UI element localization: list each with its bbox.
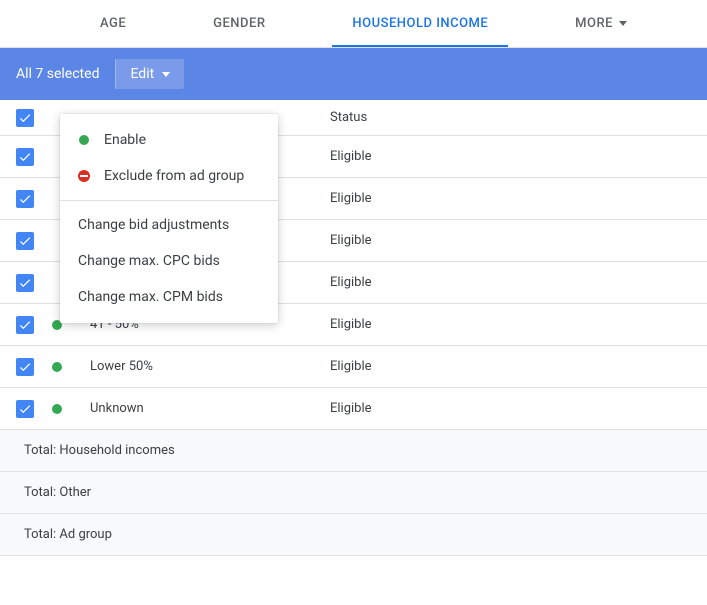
chevron-down-icon [162,72,170,77]
tab-gender[interactable]: GENDER [193,0,285,47]
menu-divider [60,200,278,201]
edit-button[interactable]: Edit [115,59,184,89]
row-name: Unknown [90,401,330,416]
menu-item-label: Change bid adjustments [78,217,229,233]
row-name: Lower 50% [90,359,330,374]
status-dot-icon [52,404,62,414]
total-row-other: Total: Other [0,472,707,514]
menu-item-label: Change max. CPM bids [78,289,223,305]
check-icon [18,318,32,332]
enable-icon [78,134,90,146]
header-status: Status [330,110,691,125]
row-checkbox[interactable] [16,148,34,166]
row-checkbox[interactable] [16,274,34,292]
menu-item-label: Enable [104,132,146,148]
row-status: Eligible [330,233,691,248]
check-icon [18,111,32,125]
row-status: Eligible [330,149,691,164]
row-checkbox[interactable] [16,316,34,334]
exclude-icon [78,170,90,182]
menu-item-exclude[interactable]: Exclude from ad group [60,158,278,194]
menu-item-enable[interactable]: Enable [60,122,278,158]
row-checkbox[interactable] [16,400,34,418]
total-label: Total: Other [24,485,91,500]
check-icon [18,234,32,248]
row-checkbox[interactable] [16,358,34,376]
total-label: Total: Household incomes [24,443,175,458]
checkbox-all[interactable] [16,109,34,127]
check-icon [18,360,32,374]
selected-count: All 7 selected [16,66,107,82]
status-dot-icon [52,362,62,372]
total-row-household: Total: Household incomes [0,430,707,472]
tab-age[interactable]: AGE [80,0,146,47]
table-row[interactable]: Unknown Eligible [0,388,707,430]
app-container: AGE GENDER HOUSEHOLD INCOME MORE All 7 s… [0,0,707,556]
menu-item-max-cpc[interactable]: Change max. CPC bids [60,243,278,279]
row-status: Eligible [330,317,691,332]
total-label: Total: Ad group [24,527,112,542]
selection-toolbar: All 7 selected Edit [0,48,707,100]
edit-dropdown-menu: Enable Exclude from ad group Change bid … [60,114,278,323]
row-checkbox[interactable] [16,190,34,208]
check-icon [18,150,32,164]
tabs-bar: AGE GENDER HOUSEHOLD INCOME MORE [0,0,707,48]
check-icon [18,402,32,416]
chevron-down-icon [619,21,627,26]
menu-item-bid-adjustments[interactable]: Change bid adjustments [60,207,278,243]
tab-household-income[interactable]: HOUSEHOLD INCOME [332,0,508,47]
tab-more-label: MORE [575,16,613,31]
row-status: Eligible [330,275,691,290]
row-status: Eligible [330,359,691,374]
tab-more[interactable]: MORE [555,0,647,47]
menu-item-label: Change max. CPC bids [78,253,220,269]
menu-item-max-cpm[interactable]: Change max. CPM bids [60,279,278,315]
check-icon [18,276,32,290]
row-checkbox[interactable] [16,232,34,250]
row-status: Eligible [330,191,691,206]
total-row-adgroup: Total: Ad group [0,514,707,556]
row-status: Eligible [330,401,691,416]
menu-item-label: Exclude from ad group [104,168,244,184]
edit-button-label: Edit [130,66,154,82]
check-icon [18,192,32,206]
table-row[interactable]: Lower 50% Eligible [0,346,707,388]
